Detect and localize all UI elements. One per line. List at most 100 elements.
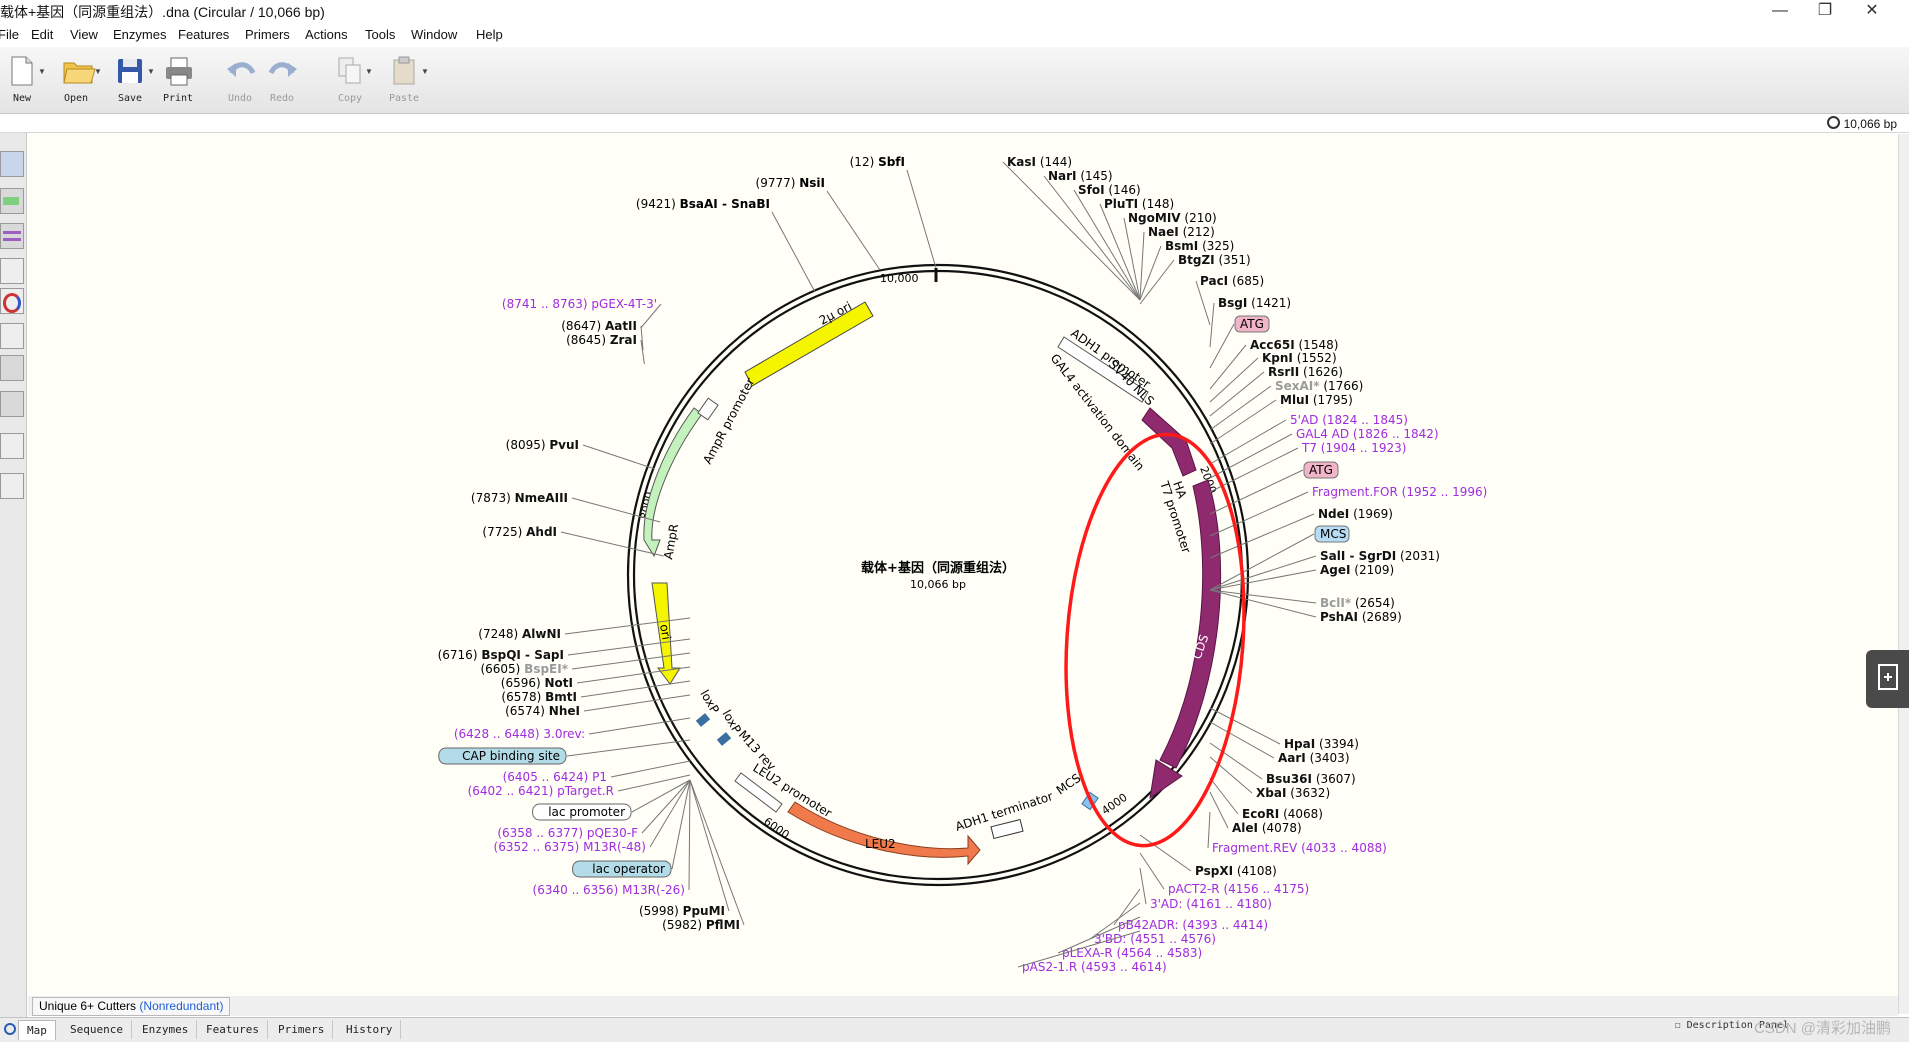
restriction-site-label[interactable]: KpnI (1552) (1262, 351, 1337, 365)
restriction-site-label[interactable]: BsgI (1421) (1218, 296, 1291, 310)
restriction-site-label[interactable]: (6578) BmtI (501, 690, 577, 704)
primer-label[interactable]: 3'AD: (4161 .. 4180) (1150, 897, 1272, 911)
restriction-site-label[interactable]: XbaI (3632) (1256, 786, 1330, 800)
new-button[interactable]: New (0, 53, 44, 109)
feature-adh1-terminator[interactable] (990, 818, 1024, 840)
tab-history[interactable]: History (338, 1020, 402, 1039)
restriction-site-label[interactable]: NarI (145) (1048, 169, 1113, 183)
redo-button[interactable]: Redo (260, 53, 304, 109)
arrow-tool-icon[interactable] (0, 188, 24, 214)
feature-tag-label[interactable]: ATG (1240, 317, 1264, 331)
minimize-button[interactable]: — (1760, 0, 1800, 24)
restriction-site-label[interactable]: (6716) BspQI - SapI (438, 648, 564, 662)
swap-tool-icon[interactable] (0, 258, 24, 284)
restriction-site-label[interactable]: (9421) BsaAI - SnaBI (636, 197, 770, 211)
restriction-site-label[interactable]: NdeI (1969) (1318, 507, 1393, 521)
vertical-scrollbar[interactable] (1898, 134, 1909, 1014)
restriction-site-label[interactable]: NaeI (212) (1148, 225, 1215, 239)
save-dropdown-icon[interactable]: ▼ (147, 67, 155, 76)
menu-view[interactable]: View (70, 27, 98, 42)
primer-label[interactable]: GAL4 AD (1826 .. 1842) (1296, 427, 1439, 441)
feature-tag-label[interactable]: ATG (1309, 463, 1333, 477)
sequence-tool-icon[interactable] (0, 473, 24, 499)
restriction-site-label[interactable]: SfoI (146) (1078, 183, 1141, 197)
restriction-site-label[interactable]: MluI (1795) (1280, 393, 1353, 407)
primer-tool-icon[interactable] (0, 323, 24, 349)
restriction-site-label[interactable]: AgeI (2109) (1320, 563, 1394, 577)
restriction-site-label[interactable]: (8095) PvuI (506, 438, 579, 452)
menu-window[interactable]: Window (411, 27, 457, 42)
restriction-site-label[interactable]: (7725) AhdI (482, 525, 557, 539)
restriction-site-label[interactable]: BtgZI (351) (1178, 253, 1251, 267)
circle-tool-icon[interactable] (0, 288, 24, 314)
restriction-site-label[interactable]: PspXI (4108) (1195, 864, 1277, 878)
menu-edit[interactable]: Edit (31, 27, 53, 42)
primer-label[interactable]: Fragment.FOR (1952 .. 1996) (1312, 485, 1487, 499)
restriction-site-label[interactable]: SalI - SgrDI (2031) (1320, 549, 1440, 563)
feature-loxp-b[interactable] (716, 732, 732, 746)
feature-tag-label[interactable]: lac promoter (548, 805, 625, 819)
restriction-site-label[interactable]: AleI (4078) (1232, 821, 1302, 835)
numbering-tool-icon[interactable] (0, 391, 24, 417)
restriction-site-label[interactable]: AarI (3403) (1278, 751, 1350, 765)
align-tool-icon[interactable] (0, 223, 24, 249)
restriction-site-label[interactable]: HpaI (3394) (1284, 737, 1359, 751)
restriction-site-label[interactable]: PshAI (2689) (1320, 610, 1402, 624)
tab-features[interactable]: Features (198, 1020, 268, 1039)
maximize-button[interactable]: ❐ (1805, 0, 1845, 24)
primer-label[interactable]: Fragment.REV (4033 .. 4088) (1212, 841, 1387, 855)
paste-button[interactable]: Paste (382, 53, 426, 109)
restriction-site-label[interactable]: SexAI* (1766) (1275, 379, 1363, 393)
feature-tag-label[interactable]: lac operator (592, 862, 665, 876)
restriction-site-label[interactable]: Bsu36I (3607) (1266, 772, 1356, 786)
tab-sequence[interactable]: Sequence (62, 1020, 132, 1039)
restriction-site-label[interactable]: PacI (685) (1200, 274, 1264, 288)
copy-button[interactable]: Copy (328, 53, 372, 109)
plasmid-map-canvas[interactable]: 10,000 2000 4000 6000 8000 2μ ori ADH1 p… (28, 134, 1898, 996)
feature-tag-label[interactable]: CAP binding site (462, 749, 560, 763)
menu-primers[interactable]: Primers (245, 27, 290, 42)
primer-label[interactable]: (6428 .. 6448) 3.0rev: (454, 727, 585, 741)
feature-loxp-a[interactable] (695, 713, 711, 727)
paste-dropdown-icon[interactable]: ▼ (421, 67, 429, 76)
restriction-site-label[interactable]: (5982) PflMI (662, 918, 740, 932)
restriction-site-label[interactable]: PluTI (148) (1104, 197, 1174, 211)
restriction-site-label[interactable]: (5998) PpuMI (639, 904, 725, 918)
primer-label[interactable]: T7 (1904 .. 1923) (1301, 441, 1406, 455)
restriction-site-label[interactable]: (6596) NotI (501, 676, 573, 690)
primer-label[interactable]: (8741 .. 8763) pGEX-4T-3' (502, 297, 657, 311)
restriction-site-label[interactable]: BclI* (2654) (1320, 596, 1395, 610)
primer-label[interactable]: (6352 .. 6375) M13R(-48) (494, 840, 646, 854)
primer-label[interactable]: (6340 .. 6356) M13R(-26) (533, 883, 685, 897)
menu-actions[interactable]: Actions (305, 27, 348, 42)
primer-label[interactable]: pAS2-1.R (4593 .. 4614) (1022, 960, 1167, 974)
restriction-site-label[interactable]: (6605) BspEI* (480, 662, 568, 676)
primer-label[interactable]: (6402 .. 6421) pTarget.R (468, 784, 614, 798)
new-dropdown-icon[interactable]: ▼ (38, 67, 46, 76)
primer-label[interactable]: 5'AD (1824 .. 1845) (1290, 413, 1408, 427)
primer-label[interactable]: (6358 .. 6377) pQE30-F (497, 826, 638, 840)
tab-enzymes[interactable]: Enzymes (134, 1020, 198, 1039)
restriction-site-label[interactable]: EcoRI (4068) (1242, 807, 1323, 821)
restriction-site-label[interactable]: (6574) NheI (505, 704, 580, 718)
feature-2u-ori[interactable] (744, 301, 874, 387)
restriction-site-label[interactable]: (9777) NsiI (756, 176, 825, 190)
feature-tag-label[interactable]: MCS (1320, 527, 1346, 541)
side-panel-button[interactable] (1866, 650, 1909, 708)
restriction-site-label[interactable]: BsmI (325) (1165, 239, 1234, 253)
primer-label[interactable]: pB42ADR: (4393 .. 4414) (1118, 918, 1268, 932)
menu-tools[interactable]: Tools (365, 27, 395, 42)
restriction-site-label[interactable]: (7248) AlwNI (478, 627, 561, 641)
map-view-tool-icon[interactable] (0, 151, 24, 177)
ruler-tool-icon[interactable] (0, 433, 24, 459)
close-button[interactable]: ✕ (1852, 0, 1892, 24)
print-button[interactable]: Print (156, 53, 200, 109)
restriction-site-label[interactable]: (7873) NmeAIII (471, 491, 568, 505)
tab-primers[interactable]: Primers (270, 1020, 334, 1039)
open-dropdown-icon[interactable]: ▼ (94, 67, 102, 76)
feature-cds[interactable] (1159, 479, 1222, 769)
restriction-site-label[interactable]: RsrII (1626) (1268, 365, 1343, 379)
text-tool-icon[interactable] (0, 355, 24, 381)
open-button[interactable]: Open (54, 53, 98, 109)
menu-features[interactable]: Features (178, 27, 229, 42)
